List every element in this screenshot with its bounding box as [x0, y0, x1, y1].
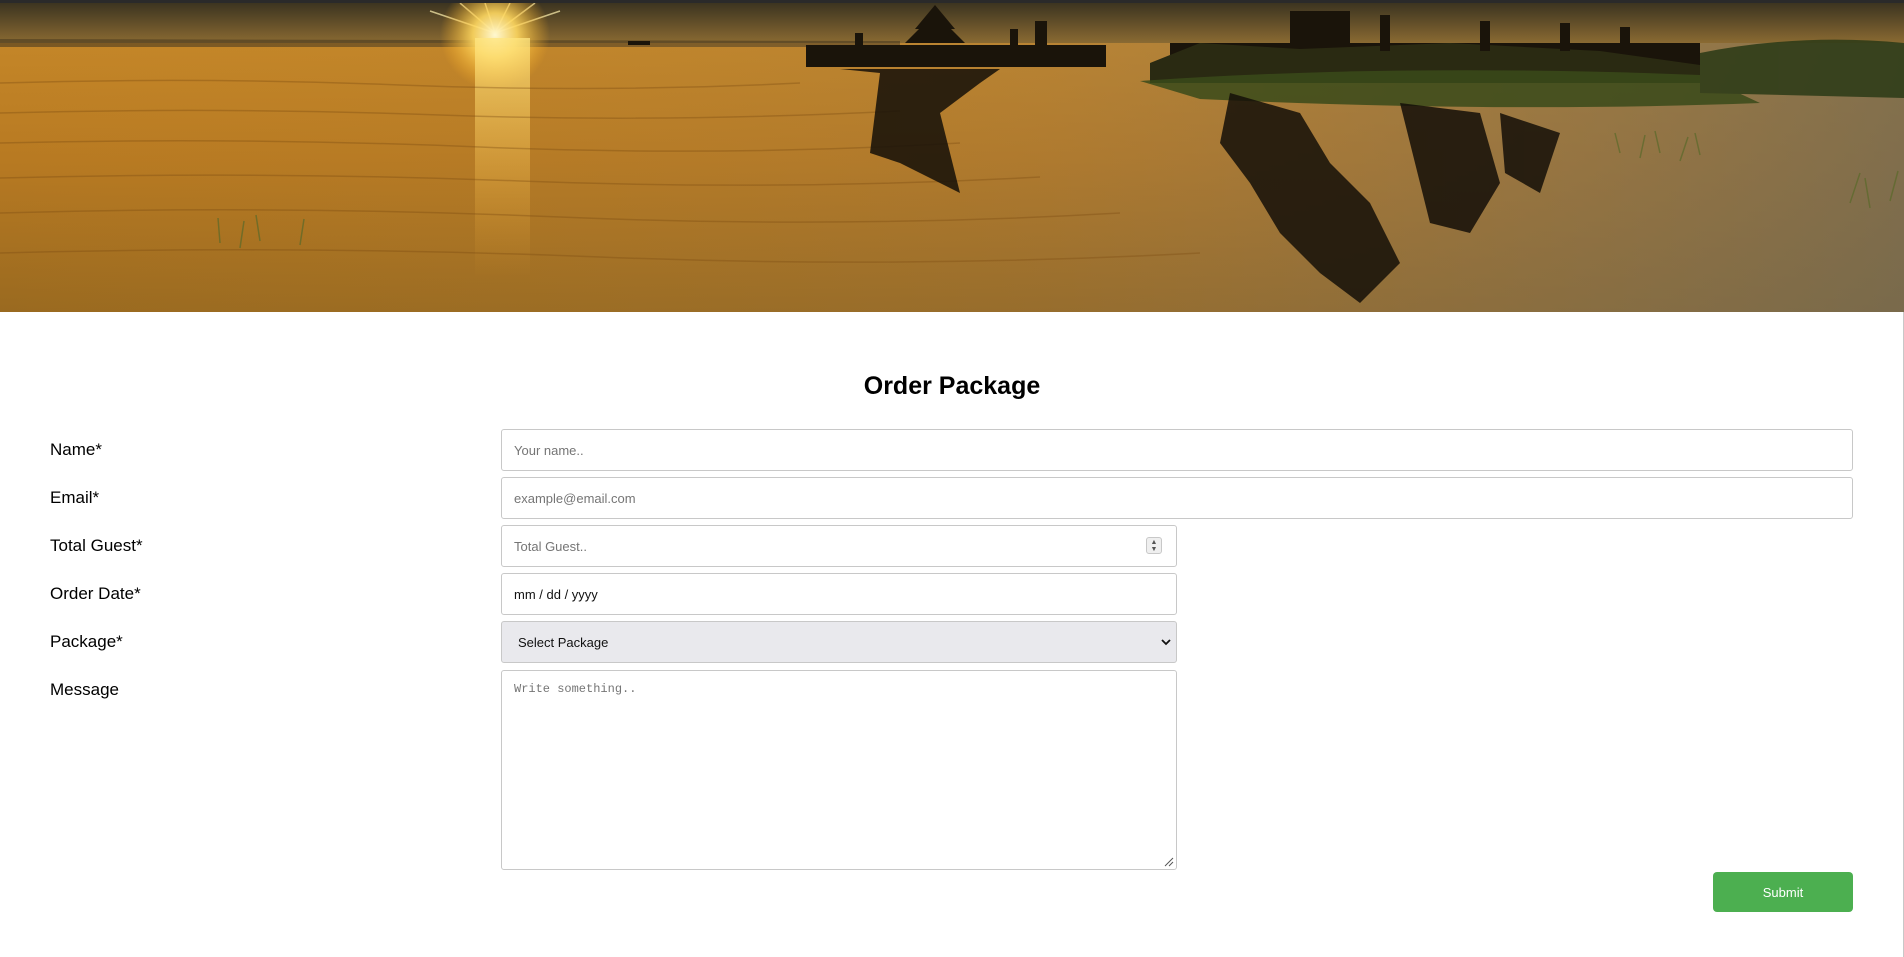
order-date-input[interactable]: mm / dd / yyyy [501, 573, 1177, 615]
name-label: Name* [50, 440, 102, 459]
package-selected-value: Select Package [518, 634, 609, 650]
number-spinner[interactable]: ▲ ▼ [1146, 537, 1162, 554]
hero-banner-image [0, 3, 1904, 312]
package-select[interactable]: Select Package [501, 621, 1177, 663]
email-label: Email* [50, 488, 100, 507]
message-label: Message [50, 680, 119, 699]
email-input[interactable] [501, 477, 1853, 519]
order-page: Order Package Name* Email* Total Guest* … [0, 0, 1904, 957]
chevron-down-icon [1161, 635, 1171, 649]
spinner-down-icon[interactable]: ▼ [1151, 546, 1158, 553]
page-title: Order Package [863, 372, 1041, 400]
total-guest-input[interactable] [501, 525, 1177, 567]
spinner-up-icon[interactable]: ▲ [1151, 539, 1158, 546]
message-textarea[interactable] [501, 670, 1177, 870]
date-format-text: mm / dd / yyyy [514, 586, 598, 602]
resize-grip-icon[interactable] [1162, 855, 1174, 867]
order-date-label: Order Date* [50, 584, 141, 603]
submit-button[interactable]: Submit [1713, 872, 1853, 912]
total-guest-label: Total Guest* [50, 536, 143, 555]
name-input[interactable] [501, 429, 1853, 471]
package-label: Package* [50, 632, 123, 651]
